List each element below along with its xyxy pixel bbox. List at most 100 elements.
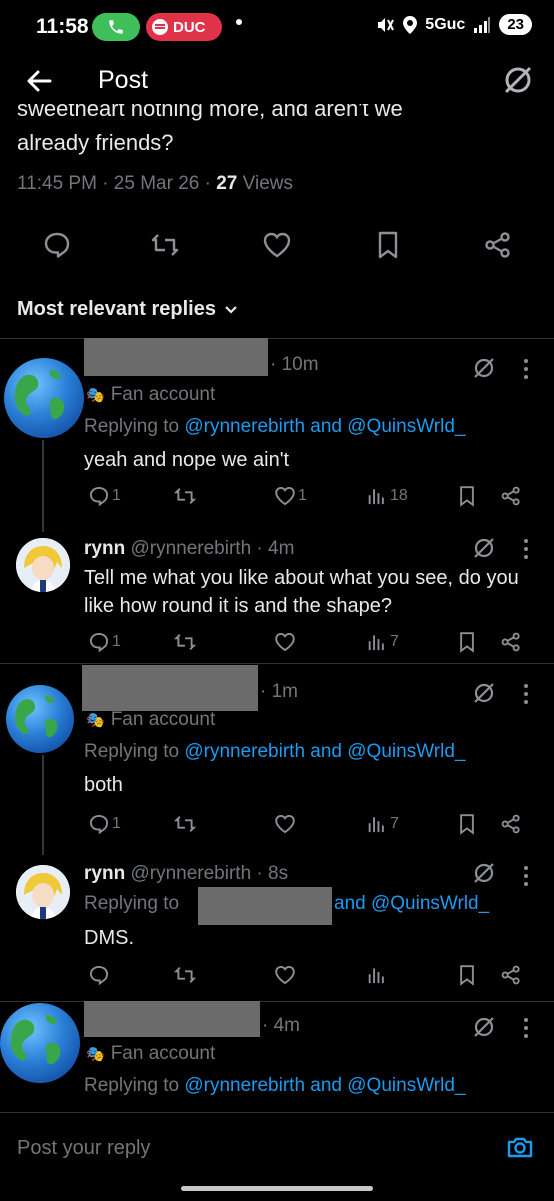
views-button[interactable]	[366, 964, 388, 986]
redacted-name	[84, 1001, 260, 1037]
replying-links[interactable]: @rynnerebirth and @QuinsWrld_	[184, 741, 465, 762]
repost-icon	[174, 633, 196, 651]
reply-item[interactable]: rynn @rynnerebirth · 8s Replying to and …	[0, 853, 554, 1001]
replying-to: Replying to @rynnerebirth and @QuinsWrld…	[84, 741, 465, 763]
repost-button[interactable]	[174, 964, 196, 986]
call-indicator	[92, 13, 140, 41]
views-count: 7	[390, 815, 399, 832]
repost-button[interactable]	[174, 813, 196, 835]
like-icon	[275, 965, 295, 985]
reply-button[interactable]: 1	[88, 485, 121, 507]
share-icon	[501, 965, 520, 985]
reply-text: DMS.	[84, 927, 134, 949]
reply-item[interactable]: · 10m 🎭 Fan account Replying to @rynnere…	[0, 338, 554, 528]
grok-icon[interactable]	[472, 536, 496, 560]
fan-account-text: Fan account	[110, 709, 216, 730]
replying-to: Replying to @rynnerebirth and @QuinsWrld…	[84, 1075, 465, 1097]
more-options-icon[interactable]	[523, 865, 529, 887]
reply-icon[interactable]	[42, 230, 72, 260]
reply-icon	[89, 486, 109, 507]
share-button[interactable]	[500, 631, 522, 653]
views-label: Views	[237, 173, 293, 194]
bookmark-button[interactable]	[456, 813, 478, 835]
replying-links[interactable]: @rynnerebirth and @QuinsWrld_	[184, 1075, 465, 1096]
views-icon	[368, 968, 384, 984]
status-right: 5Guc 23	[375, 14, 532, 35]
bookmark-button[interactable]	[456, 964, 478, 986]
reply-button[interactable]	[88, 964, 110, 986]
reply-icon	[89, 965, 109, 986]
bookmark-button[interactable]	[456, 485, 478, 507]
share-icon	[501, 632, 520, 652]
home-indicator[interactable]	[181, 1186, 373, 1191]
reply-actions	[86, 964, 526, 990]
like-icon[interactable]	[262, 230, 292, 260]
views-icon	[368, 635, 384, 651]
back-arrow-icon[interactable]	[24, 66, 54, 96]
redacted-name	[84, 338, 268, 376]
phone-icon	[109, 20, 123, 34]
spotify-indicator: DUC	[146, 13, 222, 41]
replying-links[interactable]: and @QuinsWrld_	[334, 893, 489, 914]
views-button[interactable]: 7	[366, 631, 399, 653]
mute-vibrate-icon	[378, 17, 395, 32]
share-button[interactable]	[500, 813, 522, 835]
grok-icon[interactable]	[472, 681, 496, 705]
fan-account-label: 🎭 Fan account	[86, 1043, 215, 1065]
page-title: Post	[98, 66, 149, 94]
reply-item[interactable]: rynn @rynnerebirth · 4m Tell me what you…	[0, 528, 554, 663]
like-count: 1	[298, 487, 307, 504]
more-options-icon[interactable]	[523, 1017, 529, 1039]
camera-icon[interactable]	[506, 1133, 534, 1161]
more-options-icon[interactable]	[523, 358, 529, 380]
grok-icon[interactable]	[472, 1015, 496, 1039]
display-name: rynn	[84, 538, 126, 559]
grok-icon[interactable]	[472, 356, 496, 380]
bookmark-icon[interactable]	[373, 230, 403, 260]
more-options-icon[interactable]	[523, 538, 529, 560]
share-icon[interactable]	[483, 230, 513, 260]
like-button[interactable]	[274, 631, 296, 653]
share-button[interactable]	[500, 964, 522, 986]
views-button[interactable]: 7	[366, 813, 399, 835]
status-time: 11:58	[36, 15, 89, 38]
battery-badge: 23	[499, 14, 532, 35]
views-button[interactable]: 18	[366, 485, 408, 507]
replies-sort-dropdown[interactable]: Most relevant replies	[17, 298, 238, 321]
top-bar: Post	[0, 56, 554, 106]
share-button[interactable]	[500, 485, 522, 507]
reply-author: rynn @rynnerebirth · 8s	[84, 863, 288, 885]
reply-text: Tell me what you like about what you see…	[84, 567, 519, 617]
views-count: 7	[390, 633, 399, 650]
reply-button[interactable]: 1	[88, 813, 121, 835]
reply-actions: 1 1 18	[86, 485, 526, 511]
fan-account-text: Fan account	[110, 384, 216, 405]
repost-button[interactable]	[174, 485, 196, 507]
reply-item[interactable]: · 4m 🎭 Fan account Replying to @rynnereb…	[0, 1001, 554, 1112]
bookmark-icon	[460, 486, 474, 507]
reply-input[interactable]: Post your reply	[17, 1137, 150, 1160]
bookmark-button[interactable]	[456, 631, 478, 653]
like-button[interactable]: 1	[274, 485, 307, 507]
mask-icon: 🎭	[86, 387, 105, 404]
repost-icon[interactable]	[150, 230, 180, 260]
anime-avatar-icon	[16, 538, 70, 592]
post-actions	[0, 230, 554, 264]
repost-button[interactable]	[174, 631, 196, 653]
grok-icon[interactable]	[502, 64, 534, 96]
more-options-icon[interactable]	[523, 683, 529, 705]
mask-icon: 🎭	[86, 712, 105, 729]
reply-count: 1	[112, 633, 121, 650]
grok-icon[interactable]	[472, 861, 496, 885]
notification-dot	[236, 19, 242, 25]
like-button[interactable]	[274, 964, 296, 986]
reply-author: rynn @rynnerebirth · 4m	[84, 538, 294, 560]
like-button[interactable]	[274, 813, 296, 835]
bookmark-icon	[460, 632, 474, 653]
reply-icon	[89, 814, 109, 835]
avatar	[16, 865, 70, 919]
replying-links[interactable]: @rynnerebirth and @QuinsWrld_	[184, 416, 465, 437]
reply-button[interactable]: 1	[88, 631, 121, 653]
reply-item[interactable]: · 1m 🎭 Fan account Replying to @rynnereb…	[0, 663, 554, 853]
share-icon	[501, 486, 520, 506]
